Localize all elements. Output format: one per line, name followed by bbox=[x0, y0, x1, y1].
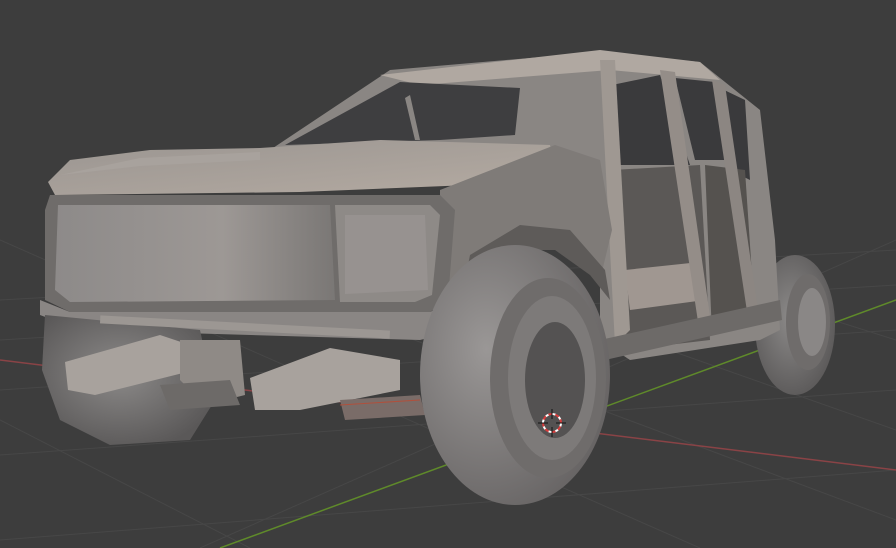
viewport-canvas[interactable] bbox=[0, 0, 896, 548]
front-grille bbox=[45, 195, 455, 312]
3d-viewport[interactable] bbox=[0, 0, 896, 548]
right-front-wheel bbox=[420, 245, 610, 505]
